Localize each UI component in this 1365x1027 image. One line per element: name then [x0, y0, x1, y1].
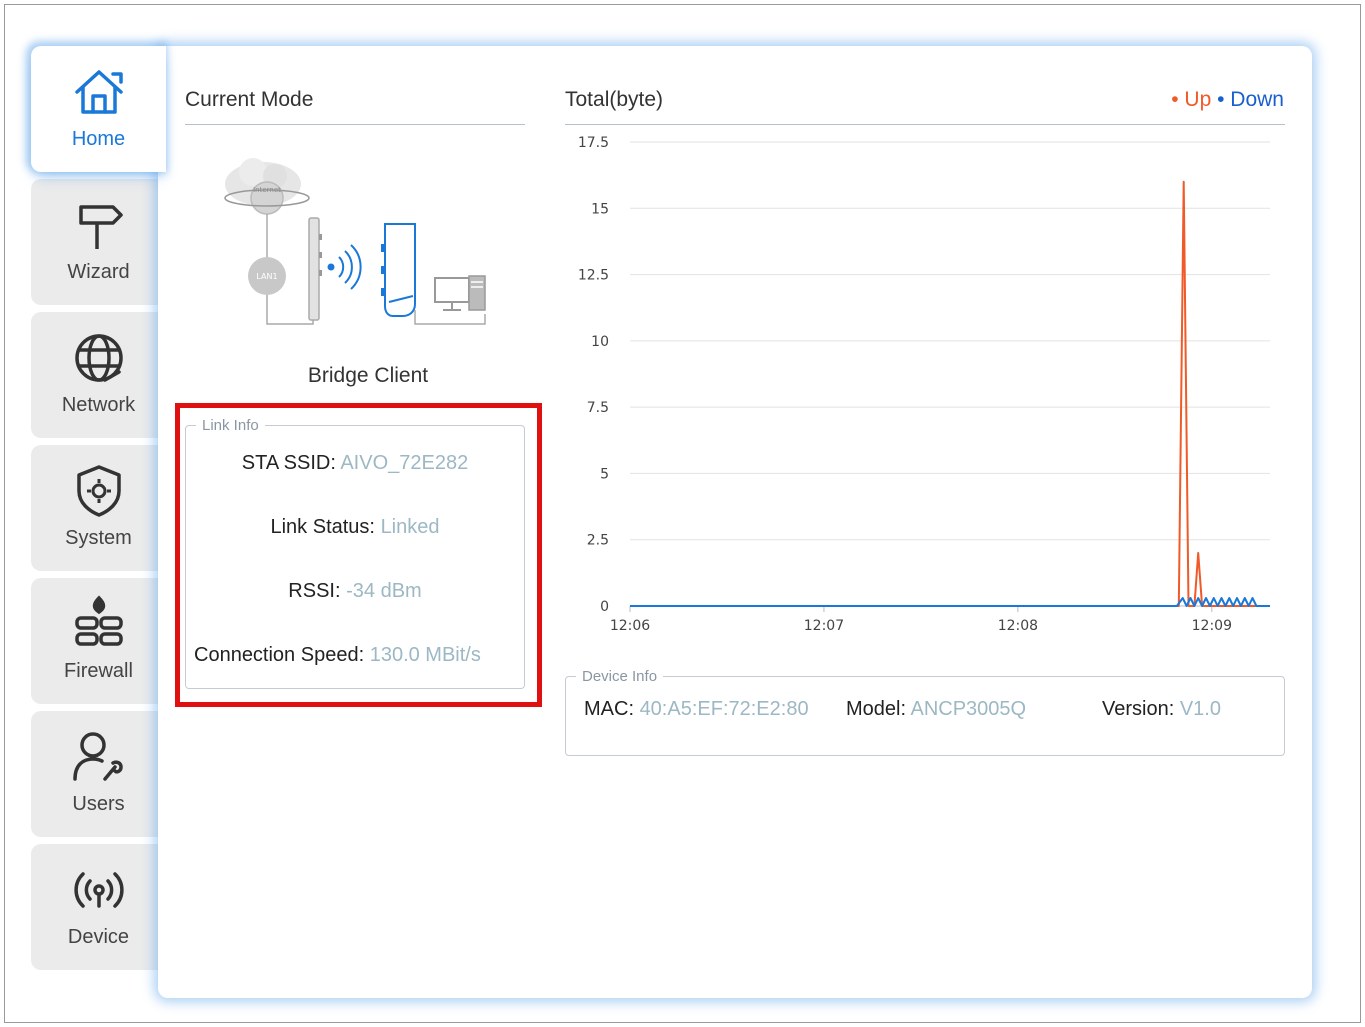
y-tick-label: 5	[600, 466, 609, 482]
shield-gear-icon	[77, 465, 121, 517]
rssi-label: RSSI:	[288, 580, 341, 602]
rssi-row: RSSI: -34 dBm	[185, 580, 525, 603]
link-status-label: Link Status:	[270, 516, 375, 538]
model-value: ANCP3005Q	[910, 698, 1027, 720]
nav-label: Device	[67, 926, 130, 948]
traffic-title: Total(byte)	[565, 88, 664, 111]
home-icon	[75, 70, 123, 114]
link-status-value: Linked	[380, 516, 440, 538]
signpost-icon	[79, 205, 123, 249]
firewall-icon	[75, 595, 123, 646]
model-label: Model:	[846, 698, 907, 720]
x-tick-label: 12:06	[610, 618, 650, 634]
version-value: V1.0	[1179, 698, 1221, 720]
lan-port-icon: LAN1	[248, 257, 286, 295]
sta-ssid-value: AIVO_72E282	[340, 452, 469, 474]
lan-label: LAN1	[256, 272, 277, 281]
traffic-chart: 0 2.5 5 7.5 10 12.5 15 17.5 12:06 12:07 12:08 12:09	[578, 135, 1270, 634]
legend-down-item[interactable]: • Down	[1217, 88, 1284, 111]
legend-down-label: Down	[1230, 88, 1284, 111]
nav-item-home[interactable]: Home	[31, 46, 166, 172]
nav-item-wizard[interactable]: Wizard	[31, 179, 166, 305]
mac-label: MAC:	[584, 698, 634, 720]
traffic-divider	[565, 124, 1285, 125]
wifi-signal-icon	[327, 244, 362, 290]
current-mode-divider	[185, 124, 525, 125]
mode-name: Bridge Client	[307, 364, 429, 387]
nav-label: Wizard	[67, 261, 130, 283]
version-row: Version: V1.0	[1102, 698, 1221, 721]
nav-item-firewall[interactable]: Firewall	[31, 578, 166, 704]
app-frame: Home Wizard Network System Firewall User…	[4, 4, 1361, 1023]
sta-ssid-label: STA SSID:	[241, 452, 336, 474]
nav-label: Home	[71, 128, 126, 150]
nav-item-users[interactable]: Users	[31, 711, 166, 837]
nav-item-network[interactable]: Network	[31, 312, 166, 438]
x-tick-label: 12:09	[1192, 618, 1232, 634]
legend-up-item[interactable]: • Up	[1171, 88, 1211, 111]
sta-ssid-row: STA SSID: AIVO_72E282	[185, 452, 525, 475]
cpe-device-gray-icon	[308, 217, 322, 321]
nav-label: Firewall	[64, 660, 133, 682]
x-tick-label: 12:07	[804, 618, 844, 634]
traffic-legend: • Up • Down	[1171, 88, 1284, 112]
main-panel: Current Mode Internet LAN1 Bridge Client…	[158, 46, 1312, 998]
nav-label: System	[65, 527, 132, 549]
connection-speed-label: Connection Speed:	[194, 644, 365, 666]
nav-item-system[interactable]: System	[31, 445, 166, 571]
device-info-content: MAC: 40:A5:EF:72:E2:80 Model: ANCP3005Q …	[565, 668, 1285, 756]
version-label: Version:	[1102, 698, 1175, 720]
wireless-icon	[74, 872, 124, 908]
nav-item-device[interactable]: Device	[31, 844, 166, 970]
mac-value: 40:A5:EF:72:E2:80	[639, 698, 809, 720]
x-tick-label: 12:08	[998, 618, 1038, 634]
user-wrench-icon	[73, 732, 123, 781]
nav-label: Users	[72, 793, 125, 815]
bridge-client-diagram: Internet LAN1	[224, 158, 486, 325]
cpe-device-blue-icon	[381, 223, 416, 317]
series-line-down	[630, 597, 1270, 607]
y-tick-label: 12.5	[578, 268, 609, 284]
y-tick-label: 7.5	[587, 400, 609, 416]
internet-cloud-icon: Internet	[224, 158, 310, 215]
internet-label: Internet	[253, 186, 281, 194]
computer-icon	[434, 275, 486, 311]
rssi-value: -34 dBm	[346, 580, 422, 602]
y-tick-label: 10	[591, 334, 609, 350]
mac-row: MAC: 40:A5:EF:72:E2:80	[584, 698, 809, 721]
legend-up-label: Up	[1184, 88, 1212, 111]
y-tick-label: 0	[600, 599, 609, 615]
nav-label: Network	[61, 394, 136, 416]
model-row: Model: ANCP3005Q	[846, 698, 1026, 721]
y-tick-label: 2.5	[587, 533, 609, 549]
connection-speed-row: Connection Speed: 130.0 MBit/s	[194, 644, 525, 667]
link-status-row: Link Status: Linked	[185, 516, 525, 539]
connection-speed-value: 130.0 MBit/s	[369, 644, 481, 666]
link-info-content: STA SSID: AIVO_72E282 Link Status: Linke…	[185, 417, 525, 689]
globe-icon	[75, 334, 123, 382]
y-tick-label: 15	[591, 201, 609, 217]
y-tick-label: 17.5	[578, 135, 609, 151]
series-line-up	[630, 180, 1270, 607]
current-mode-title: Current Mode	[185, 88, 314, 111]
